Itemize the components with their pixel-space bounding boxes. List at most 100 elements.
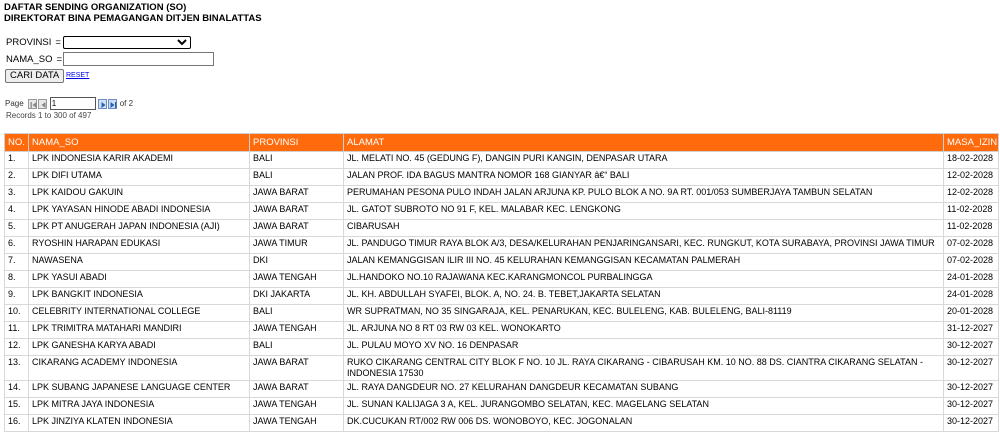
cell-alamat: CIBARUSAH <box>343 219 944 237</box>
page-title: DAFTAR SENDING ORGANIZATION (SO) <box>4 2 187 13</box>
cell-no: 16. <box>4 414 29 432</box>
cell-nama-so: LPK TRIMITRA MATAHARI MANDIRI <box>28 321 250 339</box>
nama-row: NAMA_SO = <box>6 54 62 65</box>
cell-provinsi: JAWA BARAT <box>249 219 344 237</box>
page-header: DAFTAR SENDING ORGANIZATION (SO) DIREKTO… <box>4 2 262 24</box>
table-row: 10. CELEBRITY INTERNATIONAL COLLEGE BALI WR… <box>4 304 999 322</box>
table-row: 15. LPK MITRA JAYA INDONESIA JAWA TENGAH JL… <box>4 397 999 415</box>
cell-provinsi: JAWA TIMUR <box>249 236 344 254</box>
provinsi-select[interactable] <box>63 36 191 49</box>
cari-data-button[interactable]: CARI DATA <box>5 69 65 83</box>
cell-masa-izin: 18-02-2028 <box>943 151 999 169</box>
nama-so-sep: = <box>56 54 63 65</box>
cell-masa-izin: 11-02-2028 <box>943 202 999 220</box>
cell-nama-so: NAWASENA <box>28 253 250 271</box>
page-subtitle: DIREKTORAT BINA PEMAGANGAN DITJEN BINALA… <box>4 13 262 24</box>
table-row: 5. LPK PT ANUGERAH JAPAN INDONESIA (AJI) J… <box>4 219 999 237</box>
provinsi-label: PROVINSI <box>6 37 52 48</box>
cell-masa-izin: 24-01-2028 <box>943 287 999 305</box>
next-page-icon[interactable] <box>97 98 107 109</box>
cell-masa-izin: 30-12-2027 <box>943 414 999 432</box>
cell-provinsi: BALI <box>249 151 344 169</box>
cell-provinsi: JAWA TENGAH <box>249 321 344 339</box>
cell-no: 8. <box>4 270 29 288</box>
cell-nama-so: LPK GANESHA KARYA ABADI <box>28 338 250 356</box>
cell-no: 9. <box>4 287 29 305</box>
cell-provinsi: JAWA BARAT <box>249 355 344 381</box>
cell-nama-so: CIKARANG ACADEMY INDONESIA <box>28 355 250 381</box>
cell-alamat: JL. MELATI NO. 45 (GEDUNG F), DANGIN PUR… <box>343 151 944 169</box>
cell-alamat: JL. PULAU MOYO XV NO. 16 DENPASAR <box>343 338 944 356</box>
cell-no: 13. <box>4 355 29 381</box>
cell-alamat: JL. PANDUGO TIMUR RAYA BLOK A/3, DESA/KE… <box>343 236 944 254</box>
cell-alamat: JL. ARJUNA NO 8 RT 03 RW 03 KEL. WONOKAR… <box>343 321 944 339</box>
table-row: 11. LPK TRIMITRA MATAHARI MANDIRI JAWA TEN… <box>4 321 999 339</box>
cell-provinsi: JAWA TENGAH <box>249 414 344 432</box>
cell-alamat: JL.HANDOKO NO.10 RAJAWANA KEC.KARANGMONC… <box>343 270 944 288</box>
cell-provinsi: BALI <box>249 168 344 186</box>
cell-masa-izin: 30-12-2027 <box>943 397 999 415</box>
page-number-input[interactable] <box>49 97 96 110</box>
cell-provinsi: JAWA BARAT <box>249 202 344 220</box>
table-row: 16. LPK JINZIYA KLATEN INDONESIA JAWA TENG… <box>4 414 999 432</box>
col-alamat: ALAMAT <box>343 133 944 152</box>
cell-nama-so: CELEBRITY INTERNATIONAL COLLEGE <box>28 304 250 322</box>
provinsi-row: PROVINSI = <box>6 37 61 48</box>
cell-nama-so: LPK MITRA JAYA INDONESIA <box>28 397 250 415</box>
cell-alamat: WR SUPRATMAN, NO 35 SINGARAJA, KEL. PENA… <box>343 304 944 322</box>
cell-provinsi: JAWA TENGAH <box>249 270 344 288</box>
table-row: 12. LPK GANESHA KARYA ABADI BALI JL. PULAU … <box>4 338 999 356</box>
prev-page-icon[interactable] <box>37 98 47 109</box>
table-row: 6. RYOSHIN HARAPAN EDUKASI JAWA TIMUR JL. P… <box>4 236 999 254</box>
cell-masa-izin: 07-02-2028 <box>943 253 999 271</box>
cell-provinsi: DKI <box>249 253 344 271</box>
so-table: NO. NAMA_SO PROVINSI ALAMAT MASA_IZIN 1.… <box>4 133 999 432</box>
cell-nama-so: LPK DIFI UTAMA <box>28 168 250 186</box>
table-row: 13. CIKARANG ACADEMY INDONESIA JAWA BARAT R… <box>4 355 999 381</box>
cell-provinsi: JAWA TENGAH <box>249 397 344 415</box>
col-masa-izin: MASA_IZIN <box>943 133 999 152</box>
col-nama-so: NAMA_SO <box>28 133 250 152</box>
cell-masa-izin: 11-02-2028 <box>943 219 999 237</box>
table-header-row: NO. NAMA_SO PROVINSI ALAMAT MASA_IZIN <box>4 133 999 152</box>
cell-no: 12. <box>4 338 29 356</box>
cell-masa-izin: 12-02-2028 <box>943 185 999 203</box>
cell-nama-so: LPK JINZIYA KLATEN INDONESIA <box>28 414 250 432</box>
cell-nama-so: LPK YASUI ABADI <box>28 270 250 288</box>
cell-provinsi: DKI JAKARTA <box>249 287 344 305</box>
table-row: 1. LPK INDONESIA KARIR AKADEMI BALI JL. MEL… <box>4 151 999 169</box>
table-row: 2. LPK DIFI UTAMA BALI JALAN PROF. IDA BAGU… <box>4 168 999 186</box>
cell-nama-so: LPK PT ANUGERAH JAPAN INDONESIA (AJI) <box>28 219 250 237</box>
table-row: 3. LPK KAIDOU GAKUIN JAWA BARAT PERUMAHAN P… <box>4 185 999 203</box>
last-page-icon[interactable] <box>107 98 117 109</box>
cell-no: 1. <box>4 151 29 169</box>
records-summary: Records 1 to 300 of 497 <box>6 111 92 120</box>
cell-masa-izin: 30-12-2027 <box>943 380 999 398</box>
cell-nama-so: RYOSHIN HARAPAN EDUKASI <box>28 236 250 254</box>
cell-alamat: JL. SUNAN KALIJAGA 3 A, KEL. JURANGOMBO … <box>343 397 944 415</box>
reset-link[interactable]: RESET <box>66 72 89 79</box>
cell-masa-izin: 24-01-2028 <box>943 270 999 288</box>
cell-no: 10. <box>4 304 29 322</box>
cell-no: 3. <box>4 185 29 203</box>
nama-so-label: NAMA_SO <box>6 54 53 65</box>
cell-no: 7. <box>4 253 29 271</box>
cell-alamat: DK.CUCUKAN RT/002 RW 006 DS. WONOBOYO, K… <box>343 414 944 432</box>
table-row: 4. LPK YAYASAN HINODE ABADI INDONESIA JAWA… <box>4 202 999 220</box>
cell-nama-so: LPK KAIDOU GAKUIN <box>28 185 250 203</box>
cell-provinsi: BALI <box>249 304 344 322</box>
cell-provinsi: JAWA BARAT <box>249 380 344 398</box>
cell-alamat: PERUMAHAN PESONA PULO INDAH JALAN ARJUNA… <box>343 185 944 203</box>
page-count: of 2 <box>119 99 134 108</box>
cell-alamat: RUKO CIKARANG CENTRAL CITY BLOK F NO. 10… <box>343 355 944 381</box>
cell-masa-izin: 31-12-2027 <box>943 321 999 339</box>
nama-so-input[interactable] <box>63 52 214 66</box>
col-no: NO. <box>4 133 29 152</box>
cell-alamat: JL. GATOT SUBROTO NO 91 F, KEL. MALABAR … <box>343 202 944 220</box>
cell-alamat: JALAN PROF. IDA BAGUS MANTRA NOMOR 168 G… <box>343 168 944 186</box>
cell-masa-izin: 07-02-2028 <box>943 236 999 254</box>
provinsi-sep: = <box>55 37 61 48</box>
table-row: 14. LPK SUBANG JAPANESE LANGUAGE CENTER JA… <box>4 380 999 398</box>
first-page-icon[interactable] <box>27 98 37 109</box>
cell-no: 5. <box>4 219 29 237</box>
